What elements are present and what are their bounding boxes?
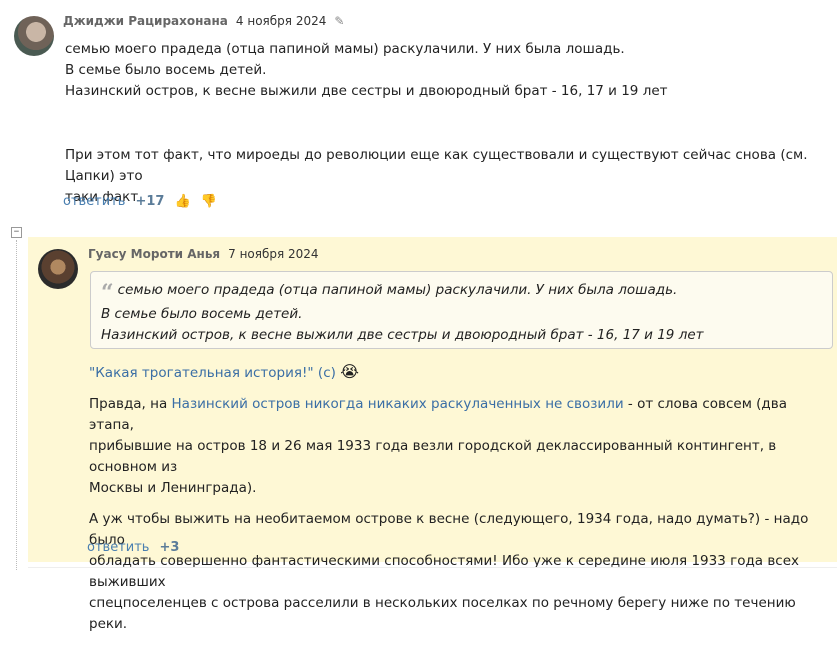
blockquote: “семью моего прадеда (отца папиной мамы)… — [90, 271, 833, 349]
author-name[interactable]: Джиджи Рацирахонана — [63, 14, 228, 28]
pencil-icon: ✎ — [334, 14, 345, 28]
thumbs-up-icon[interactable]: 👍 — [174, 194, 190, 209]
divider — [28, 567, 837, 568]
comment-header: Гуасу Мороти Анья 7 ноября 2024 — [88, 247, 319, 261]
comment-body: "Какая трогательная история!" (с) 😭 Прав… — [89, 361, 819, 645]
nazino-link[interactable]: Назинский остров никогда никаких раскула… — [172, 396, 624, 412]
thread-line — [16, 240, 18, 570]
comment-body: семью моего прадеда (отца папиной мамы) … — [65, 39, 825, 208]
quote-phrase-suffix: (с) — [313, 365, 341, 381]
avatar[interactable] — [38, 249, 78, 289]
quote-line: семью моего прадеда (отца папиной мамы) … — [117, 282, 678, 298]
comment-date: 4 ноября 2024 — [235, 14, 327, 28]
comment-line: При этом тот факт, что мироеды до револю… — [65, 147, 808, 184]
vote-score: +3 — [159, 540, 180, 555]
paragraph-text: спецпоселенцев с острова расселили в нес… — [89, 595, 796, 632]
avatar[interactable] — [14, 16, 54, 56]
comment-actions: ответить +17 👍 👎 — [63, 194, 217, 209]
quote-phrase-link[interactable]: "Какая трогательная история!" — [89, 365, 314, 381]
comment-header: Джиджи Рацирахонана 4 ноября 2024 ✎ — [63, 14, 344, 28]
paragraph-text: прибывшие на остров 18 и 26 мая 1933 год… — [89, 438, 777, 475]
crying-emoji-icon: 😭 — [340, 362, 359, 381]
quote-line: Назинский остров, к весне выжили две сес… — [101, 327, 704, 343]
reply-link[interactable]: ответить — [87, 540, 149, 555]
paragraph-text: Правда, на — [89, 396, 172, 412]
paragraph-text: Москвы и Ленинграда). — [89, 480, 257, 496]
vote-score: +17 — [135, 194, 165, 209]
collapse-toggle[interactable]: − — [11, 227, 22, 238]
comment-actions: ответить +3 — [87, 540, 179, 555]
author-name[interactable]: Гуасу Мороти Анья — [88, 247, 220, 261]
comment-line: Назинский остров, к весне выжили две сес… — [65, 83, 668, 99]
quote-icon: “ — [101, 280, 114, 306]
comment-line: семью моего прадеда (отца папиной мамы) … — [65, 41, 625, 57]
comment-date: 7 ноября 2024 — [228, 247, 319, 261]
comment-line: В семье было восемь детей. — [65, 62, 267, 78]
quote-line: В семье было восемь детей. — [101, 306, 303, 322]
thumbs-down-icon[interactable]: 👎 — [201, 194, 217, 209]
paragraph-text: А уж чтобы выжить на необитаемом острове… — [89, 511, 809, 548]
reply-link[interactable]: ответить — [63, 194, 125, 209]
